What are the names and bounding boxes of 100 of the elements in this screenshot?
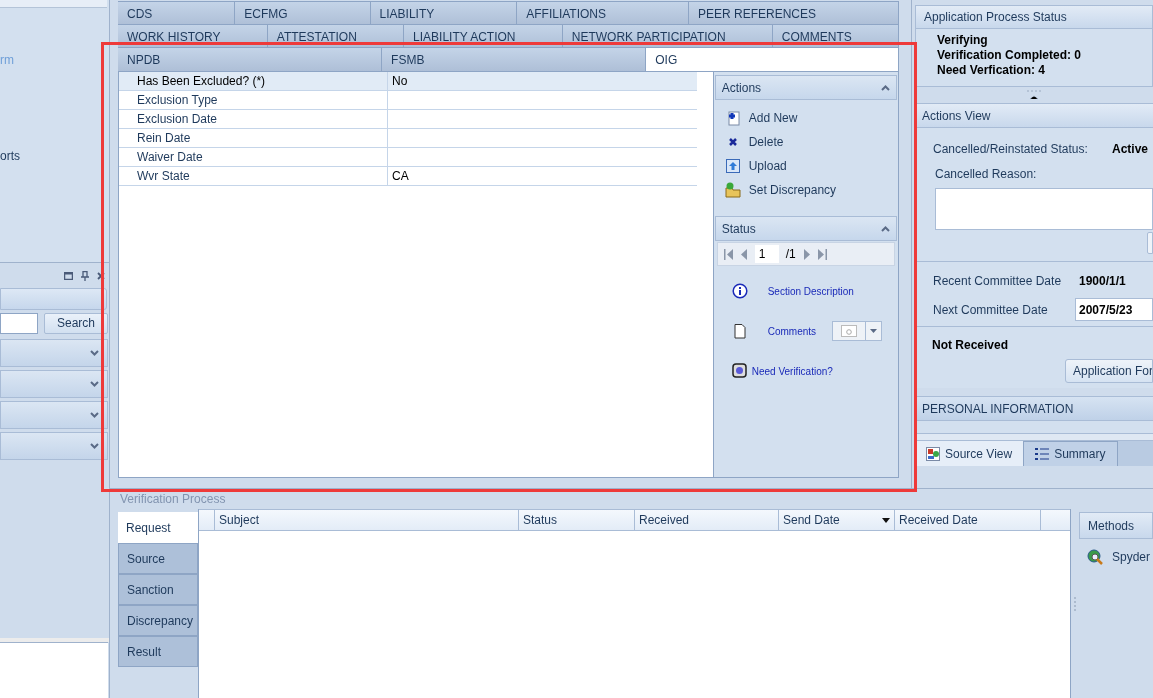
tab[interactable]: LIABILITY <box>370 2 518 25</box>
column-title: Subject <box>219 512 260 529</box>
tab[interactable]: CDS <box>118 2 236 25</box>
splitter-grip-icon <box>1027 90 1041 100</box>
next-page-icon <box>802 248 810 260</box>
splitter-bar[interactable] <box>915 433 1153 441</box>
side-tab[interactable]: Sanction <box>118 574 198 605</box>
nav-text[interactable]: orts <box>0 149 109 163</box>
chevron-down-icon <box>90 381 99 387</box>
field-label: Recent Committee Date <box>933 273 1063 290</box>
application-form-button[interactable]: Application For <box>1065 359 1153 383</box>
grid-row[interactable]: Exclusion Type <box>119 91 697 110</box>
column-title: Received <box>639 512 690 529</box>
side-tab[interactable]: Result <box>118 636 198 667</box>
pane-title: Actions <box>721 79 762 97</box>
tab[interactable]: PEER REFERENCES <box>689 2 899 25</box>
tab[interactable]: FSMB <box>382 48 647 71</box>
page-field[interactable]: 1 <box>754 245 779 263</box>
column-title: Status <box>523 512 558 529</box>
chevron-down-icon <box>90 350 99 356</box>
field-label: Next Committee Date <box>933 301 1049 319</box>
section-header[interactable]: PERSONAL INFORMATION <box>915 396 1153 421</box>
link[interactable]: Need Verification? <box>751 363 833 379</box>
field-value[interactable]: CA <box>388 167 697 185</box>
action-link[interactable]: Delete <box>748 132 784 151</box>
first-page-icon <box>723 248 734 260</box>
action-link[interactable]: Set Discrepancy <box>748 180 837 199</box>
document-icon <box>731 323 748 339</box>
discrepancy-icon <box>724 181 741 198</box>
info-icon <box>731 283 748 299</box>
date-field[interactable]: 2007/5/23 <box>1075 298 1153 321</box>
tab-label: Source View <box>945 445 1013 463</box>
side-tab[interactable]: Source <box>118 543 198 574</box>
text-format-icon <box>841 325 858 337</box>
grid-row[interactable]: Exclusion Date <box>119 110 697 129</box>
status-value: Active <box>1112 141 1149 158</box>
tab[interactable]: ECFMG <box>235 2 371 25</box>
grid-row[interactable]: Has Been Excluded? (*) No <box>119 72 697 91</box>
grid-row[interactable]: Waiver Date <box>119 148 697 167</box>
tab[interactable]: Source View <box>915 441 1025 466</box>
comments-dropdown[interactable] <box>832 321 883 341</box>
column-header[interactable]: Received Date <box>895 510 1041 530</box>
search-field[interactable] <box>0 312 38 334</box>
grid-row[interactable]: Rein Date <box>119 129 697 148</box>
status-line: Need Verfication: 4 <box>937 63 1047 78</box>
chevron-down-icon <box>90 443 99 449</box>
page-total: /1 <box>785 246 796 263</box>
restore-icon <box>64 271 73 280</box>
date-value: 1900/1/1 <box>1079 273 1126 290</box>
column-header[interactable]: Subject <box>215 510 519 530</box>
panel-title: Application Process Status <box>916 6 1152 29</box>
dropdown-bar[interactable] <box>0 432 108 460</box>
side-tab[interactable]: Request <box>118 512 198 543</box>
field-label: Cancelled/Reinstated Status: <box>933 141 1089 158</box>
search-button[interactable]: Search <box>44 312 109 334</box>
close-icon <box>97 271 105 280</box>
column-title: Received Date <box>899 512 978 529</box>
pane-header[interactable]: Actions <box>714 75 897 100</box>
pin-icon <box>81 270 89 281</box>
chevron-down-icon <box>90 412 99 418</box>
pane-title: Status <box>721 220 756 238</box>
field-label: Waiver Date <box>119 148 388 166</box>
link[interactable]: Comments <box>767 323 817 339</box>
panel-title: Actions View <box>916 103 1153 128</box>
dropdown-bar[interactable] <box>0 339 108 367</box>
tab[interactable]: Summary <box>1024 441 1118 466</box>
tab[interactable]: OIG <box>646 48 899 71</box>
grid-row[interactable]: Wvr State CA <box>119 167 697 186</box>
pane-header[interactable]: Status <box>714 216 897 241</box>
dropdown-arrow-icon <box>870 329 878 333</box>
panel-title: Methods <box>1079 512 1153 539</box>
method-link[interactable]: Spyder <box>1112 548 1151 566</box>
last-page-icon <box>816 248 827 260</box>
upload-icon <box>724 157 741 174</box>
image-icon <box>926 446 940 461</box>
field-value[interactable]: No <box>388 72 697 90</box>
link[interactable]: Section Description <box>767 283 854 299</box>
section-title: Verification Process <box>119 491 227 508</box>
field-label: Rein Date <box>119 129 388 147</box>
tab[interactable]: NPDB <box>118 48 383 71</box>
dropdown-bar[interactable] <box>0 370 108 398</box>
column-header[interactable]: Send Date <box>779 510 895 530</box>
button-edge[interactable] <box>1147 232 1153 254</box>
tab-label: Summary <box>1054 446 1106 463</box>
dropdown-bar[interactable] <box>0 401 108 429</box>
action-link[interactable]: Upload <box>748 156 787 175</box>
column-title: Send Date <box>783 512 840 529</box>
field-label: Has Been Excluded? (*) <box>119 72 388 90</box>
globe-search-icon <box>1087 548 1104 566</box>
field-label: Cancelled Reason: <box>934 166 1038 183</box>
reason-field[interactable] <box>935 188 1153 230</box>
field-label: Exclusion Type <box>119 91 388 109</box>
tab[interactable]: AFFILIATIONS <box>517 2 689 25</box>
column-header[interactable]: Received <box>635 510 779 530</box>
side-tab[interactable]: Discrepancy <box>118 605 198 636</box>
column-header[interactable]: Status <box>519 510 635 530</box>
field-label: Exclusion Date <box>119 110 388 128</box>
action-link[interactable]: Add New <box>748 108 798 127</box>
radio-icon <box>731 363 748 379</box>
status-line: Verifying <box>937 33 989 48</box>
